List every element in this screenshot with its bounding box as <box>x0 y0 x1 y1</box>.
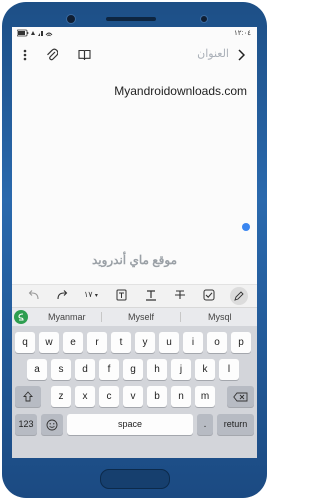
text-cursor-handle[interactable] <box>242 223 250 231</box>
more-options-icon[interactable] <box>22 49 28 61</box>
key-g[interactable]: g <box>123 359 143 380</box>
emoji-icon <box>46 419 58 431</box>
battery-signal-wifi-icon <box>16 29 53 37</box>
backspace-icon <box>233 392 248 402</box>
return-key[interactable]: return <box>217 414 254 435</box>
chevron-down-icon: ▾ <box>94 293 98 299</box>
front-camera-icon <box>66 14 76 24</box>
sensor-icon <box>200 15 208 23</box>
key-c[interactable]: c <box>99 386 119 407</box>
phone-frame: ١٢:٠٤ العنوان Myandroidownloads.com موقع… <box>0 0 269 500</box>
key-x[interactable]: x <box>75 386 95 407</box>
key-u[interactable]: u <box>159 332 179 353</box>
key-b[interactable]: b <box>147 386 167 407</box>
key-i[interactable]: i <box>183 332 203 353</box>
swipe-logo-icon <box>18 313 24 321</box>
suggestion-3[interactable]: Mysql <box>208 312 232 322</box>
formatting-toolbar: ١٧ ▾ <box>12 284 257 307</box>
top-toolbar: العنوان <box>12 41 257 67</box>
period-key[interactable]: . <box>197 414 213 435</box>
key-f[interactable]: f <box>99 359 119 380</box>
key-n[interactable]: n <box>171 386 191 407</box>
strikethrough-format-icon[interactable] <box>174 289 186 301</box>
numbers-key[interactable]: 123 <box>15 414 37 435</box>
key-q[interactable]: q <box>15 332 35 353</box>
key-e[interactable]: e <box>63 332 83 353</box>
title-input[interactable]: العنوان <box>197 47 229 60</box>
on-screen-keyboard: q w e r t y u i o p a s d f g h j k l z <box>12 326 257 458</box>
suggestion-1[interactable]: Myanmar <box>48 312 86 322</box>
key-j[interactable]: j <box>171 359 191 380</box>
backspace-key[interactable] <box>227 386 254 407</box>
font-size-value: ١٧ <box>84 290 93 299</box>
keyboard-app-logo-icon[interactable] <box>14 310 28 324</box>
checkbox-icon[interactable] <box>203 289 215 301</box>
space-key[interactable]: space <box>67 414 193 435</box>
status-bar: ١٢:٠٤ <box>12 27 257 39</box>
suggestion-2[interactable]: Myself <box>128 312 154 322</box>
font-size-selector[interactable]: ١٧ ▾ <box>84 290 98 299</box>
key-m[interactable]: m <box>195 386 215 407</box>
undo-icon[interactable] <box>28 289 40 301</box>
suggestion-strip: Myanmar Myself Mysql <box>12 307 257 326</box>
key-l[interactable]: l <box>219 359 239 380</box>
key-t[interactable]: t <box>111 332 131 353</box>
shift-key[interactable] <box>15 386 41 407</box>
attachment-icon[interactable] <box>46 48 58 61</box>
suggestion-divider <box>101 312 102 322</box>
key-d[interactable]: d <box>75 359 95 380</box>
reader-mode-icon[interactable] <box>78 49 91 60</box>
screen: ١٢:٠٤ العنوان Myandroidownloads.com موقع… <box>12 27 257 458</box>
text-format-icon[interactable] <box>145 289 157 301</box>
text-box-icon[interactable] <box>116 289 127 301</box>
note-body-text[interactable]: Myandroidownloads.com <box>114 84 247 98</box>
key-o[interactable]: o <box>207 332 227 353</box>
key-p[interactable]: p <box>231 332 251 353</box>
key-k[interactable]: k <box>195 359 215 380</box>
key-r[interactable]: r <box>87 332 107 353</box>
key-w[interactable]: w <box>39 332 59 353</box>
key-z[interactable]: z <box>51 386 71 407</box>
suggestion-divider <box>180 312 181 322</box>
status-time: ١٢:٠٤ <box>234 30 251 37</box>
back-arrow-icon[interactable] <box>237 49 245 61</box>
key-y[interactable]: y <box>135 332 155 353</box>
key-h[interactable]: h <box>147 359 167 380</box>
redo-icon[interactable] <box>56 289 68 301</box>
key-v[interactable]: v <box>123 386 143 407</box>
key-s[interactable]: s <box>51 359 71 380</box>
status-icons <box>16 29 55 39</box>
watermark-text: موقع ماي أندرويد <box>91 253 178 267</box>
home-button[interactable] <box>100 469 170 489</box>
emoji-key[interactable] <box>41 414 63 435</box>
handwriting-button[interactable] <box>230 287 248 305</box>
pen-icon <box>234 291 244 301</box>
earpiece-speaker <box>106 17 156 21</box>
key-a[interactable]: a <box>27 359 47 380</box>
shift-arrow-icon <box>23 391 33 402</box>
phone-top-bezel <box>10 8 259 26</box>
